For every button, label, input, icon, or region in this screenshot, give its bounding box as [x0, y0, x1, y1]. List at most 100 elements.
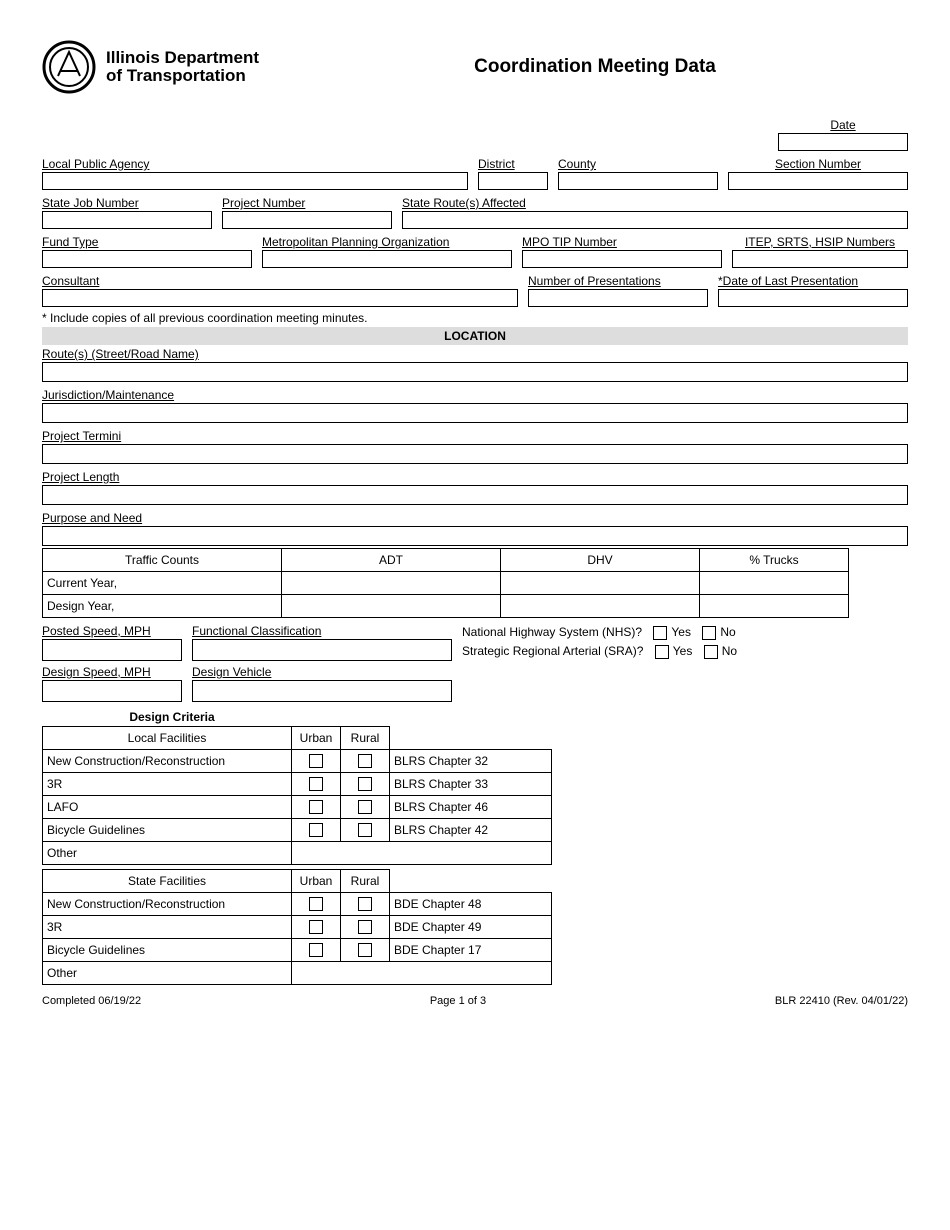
routes-input[interactable]: [42, 362, 908, 382]
posted-speed-input[interactable]: [42, 639, 182, 661]
itep-input[interactable]: [732, 250, 908, 268]
table-row: 3R BDE Chapter 49: [43, 916, 552, 939]
footer-completed: Completed 06/19/22: [42, 995, 141, 1007]
logo-line-2: of Transportation: [106, 67, 259, 85]
local-3r-urban-checkbox[interactable]: [309, 777, 323, 791]
local-row-ref: BLRS Chapter 33: [390, 773, 552, 796]
fund-type-label: Fund Type: [42, 235, 252, 250]
mpo-tip-label: MPO TIP Number: [522, 235, 722, 250]
date-label: Date: [778, 118, 908, 133]
current-trucks-input[interactable]: [700, 572, 849, 595]
county-input[interactable]: [558, 172, 718, 190]
state-3r-rural-checkbox[interactable]: [358, 920, 372, 934]
state-row-ref: BDE Chapter 17: [390, 939, 552, 962]
nhs-yes-checkbox[interactable]: [653, 626, 667, 640]
state-row-name: 3R: [43, 916, 292, 939]
state-bike-rural-checkbox[interactable]: [358, 943, 372, 957]
routes-affected-label: State Route(s) Affected: [402, 196, 908, 211]
functional-class-input[interactable]: [192, 639, 452, 661]
mpo-input[interactable]: [262, 250, 512, 268]
local-lafo-rural-checkbox[interactable]: [358, 800, 372, 814]
local-facilities-table: Local Facilities Urban Rural New Constru…: [42, 726, 552, 865]
state-3r-urban-checkbox[interactable]: [309, 920, 323, 934]
local-bike-rural-checkbox[interactable]: [358, 823, 372, 837]
sra-yes-checkbox[interactable]: [655, 645, 669, 659]
local-title: Local Facilities: [43, 727, 292, 750]
sra-label: Strategic Regional Arterial (SRA)?: [462, 644, 643, 658]
termini-input[interactable]: [42, 444, 908, 464]
length-input[interactable]: [42, 485, 908, 505]
nhs-no-checkbox[interactable]: [702, 626, 716, 640]
current-adt-input[interactable]: [282, 572, 501, 595]
traffic-col0: Traffic Counts: [43, 549, 282, 572]
local-rural-header: Rural: [341, 727, 390, 750]
state-nc-urban-checkbox[interactable]: [309, 897, 323, 911]
local-row-name: New Construction/Reconstruction: [43, 750, 292, 773]
no-label: No: [720, 625, 735, 639]
logo-block: Illinois Department of Transportation: [42, 40, 362, 94]
current-dhv-input[interactable]: [501, 572, 700, 595]
traffic-col1: ADT: [282, 549, 501, 572]
project-number-label: Project Number: [222, 196, 392, 211]
state-nc-rural-checkbox[interactable]: [358, 897, 372, 911]
design-dhv-input[interactable]: [501, 595, 700, 618]
section-input[interactable]: [728, 172, 908, 190]
state-row-name: Bicycle Guidelines: [43, 939, 292, 962]
table-row: Other: [43, 962, 552, 985]
district-input[interactable]: [478, 172, 548, 190]
project-number-input[interactable]: [222, 211, 392, 229]
fund-type-input[interactable]: [42, 250, 252, 268]
traffic-row1-label: Current Year,: [43, 572, 282, 595]
date-input[interactable]: [778, 133, 908, 151]
itep-label: ITEP, SRTS, HSIP Numbers: [732, 235, 908, 250]
local-row-name: Bicycle Guidelines: [43, 819, 292, 842]
state-row-name: New Construction/Reconstruction: [43, 893, 292, 916]
sra-no-checkbox[interactable]: [704, 645, 718, 659]
section-label: Section Number: [728, 157, 908, 172]
table-row: Bicycle Guidelines BLRS Chapter 42: [43, 819, 552, 842]
local-other-input[interactable]: [292, 842, 552, 865]
local-bike-urban-checkbox[interactable]: [309, 823, 323, 837]
traffic-col2: DHV: [501, 549, 700, 572]
local-nc-urban-checkbox[interactable]: [309, 754, 323, 768]
last-presentation-label: *Date of Last Presentation: [718, 274, 908, 289]
last-presentation-input[interactable]: [718, 289, 908, 307]
design-speed-label: Design Speed, MPH: [42, 665, 182, 680]
num-presentations-input[interactable]: [528, 289, 708, 307]
design-vehicle-label: Design Vehicle: [192, 665, 452, 680]
traffic-row2-label: Design Year,: [43, 595, 282, 618]
page-title: Coordination Meeting Data: [362, 56, 908, 78]
consultant-label: Consultant: [42, 274, 518, 289]
local-row-ref: BLRS Chapter 46: [390, 796, 552, 819]
table-row: New Construction/Reconstruction BDE Chap…: [43, 893, 552, 916]
local-3r-rural-checkbox[interactable]: [358, 777, 372, 791]
mpo-label: Metropolitan Planning Organization: [262, 235, 512, 250]
table-row: 3R BLRS Chapter 33: [43, 773, 552, 796]
design-vehicle-input[interactable]: [192, 680, 452, 702]
state-urban-header: Urban: [292, 870, 341, 893]
yes-label: Yes: [671, 625, 691, 639]
design-speed-input[interactable]: [42, 680, 182, 702]
design-adt-input[interactable]: [282, 595, 501, 618]
table-row: LAFO BLRS Chapter 46: [43, 796, 552, 819]
local-lafo-urban-checkbox[interactable]: [309, 800, 323, 814]
purpose-input[interactable]: [42, 526, 908, 546]
state-row-ref: BDE Chapter 49: [390, 916, 552, 939]
state-other-input[interactable]: [292, 962, 552, 985]
footnote: * Include copies of all previous coordin…: [42, 311, 908, 325]
routes-affected-input[interactable]: [402, 211, 908, 229]
consultant-input[interactable]: [42, 289, 518, 307]
design-trucks-input[interactable]: [700, 595, 849, 618]
jurisdiction-input[interactable]: [42, 403, 908, 423]
local-urban-header: Urban: [292, 727, 341, 750]
state-rural-header: Rural: [341, 870, 390, 893]
logo-text: Illinois Department of Transportation: [106, 49, 259, 85]
state-bike-urban-checkbox[interactable]: [309, 943, 323, 957]
footer-page: Page 1 of 3: [430, 995, 486, 1007]
mpo-tip-input[interactable]: [522, 250, 722, 268]
local-nc-rural-checkbox[interactable]: [358, 754, 372, 768]
state-title: State Facilities: [43, 870, 292, 893]
yes-label: Yes: [673, 644, 693, 658]
lpa-input[interactable]: [42, 172, 468, 190]
state-job-input[interactable]: [42, 211, 212, 229]
